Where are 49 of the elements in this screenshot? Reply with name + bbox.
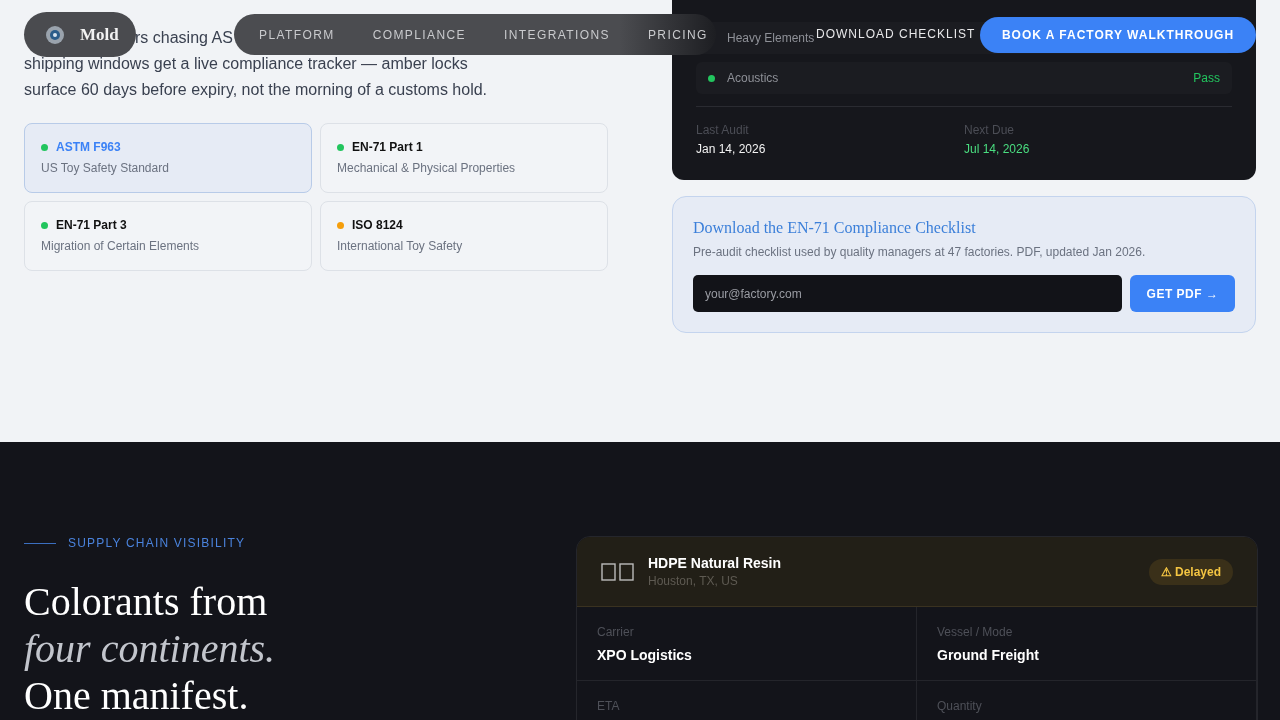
- standard-code: EN-71 Part 3: [56, 218, 127, 232]
- field-label: Vessel / Mode: [937, 625, 1014, 639]
- nav-link[interactable]: INTEGRATIONS: [504, 27, 610, 42]
- intro-text: shipping windows get a live compliance tracker — amber locks: [24, 54, 468, 74]
- standard-description: US Toy Safety Standard: [41, 161, 170, 175]
- checklist-description: Pre-audit checklist used by quality managers at 47 factories. PDF, updated Jan 2026.: [693, 245, 1147, 259]
- material-name: HDPE Natural Resin: [648, 555, 782, 571]
- standard-code: ASTM F963: [56, 140, 121, 154]
- check-name: Acoustics: [727, 71, 779, 85]
- intro-text: rs chasing AS: [135, 28, 233, 48]
- status-badge: ⚠ Delayed: [1148, 558, 1233, 585]
- nav-link[interactable]: COMPLIANCE: [372, 27, 466, 42]
- material-origin: Houston, TX, US: [648, 574, 739, 588]
- field-label: Carrier: [597, 625, 635, 639]
- standard-description: Mechanical & Physical Properties: [337, 161, 517, 175]
- nav-link[interactable]: PLATFORM: [259, 27, 335, 42]
- check-name: Heavy Elements: [727, 31, 815, 45]
- check-status: Pass: [1193, 71, 1220, 85]
- standard-description: International Toy Safety: [337, 239, 464, 253]
- standard-card[interactable]: ISO 8124 International Toy Safety: [320, 201, 608, 271]
- field-label: ETA: [597, 699, 621, 713]
- next-due-label: Next Due: [964, 123, 1016, 137]
- headline-text: Colorants from: [24, 578, 268, 625]
- standard-card[interactable]: EN-71 Part 1 Mechanical & Physical Properties: [320, 123, 608, 193]
- email-field[interactable]: your@factory.com: [693, 275, 1122, 312]
- standard-code: ISO 8124: [352, 218, 403, 232]
- standard-description: Migration of Certain Elements: [41, 239, 201, 253]
- next-due-date: Jul 14, 2026: [964, 142, 1031, 156]
- intro-text: surface 60 days before expiry, not the morning of a customs hold.: [24, 80, 488, 100]
- logo-text: Mold: [80, 24, 119, 45]
- standard-card[interactable]: ASTM F963 US Toy Safety Standard: [24, 123, 312, 193]
- get-pdf-button[interactable]: GET PDF →: [1130, 275, 1235, 312]
- logo-icon: [44, 23, 66, 46]
- nav-link[interactable]: PRICING: [647, 27, 708, 42]
- logo-pill[interactable]: Mold: [24, 12, 136, 57]
- last-audit-label: Last Audit: [696, 123, 750, 137]
- standard-code: EN-71 Part 1: [352, 140, 423, 154]
- last-audit-date: Jan 14, 2026: [696, 142, 767, 156]
- book-walkthrough-button[interactable]: BOOK A FACTORY WALKTHROUGH: [980, 17, 1256, 53]
- section-eyebrow: SUPPLY CHAIN VISIBILITY: [68, 536, 246, 550]
- standard-card[interactable]: EN-71 Part 3 Migration of Certain Elements: [24, 201, 312, 271]
- field-label: Quantity: [937, 699, 983, 713]
- field-value: XPO Logistics: [597, 647, 693, 663]
- headline-text: One manifest.: [24, 672, 249, 719]
- checklist-title: Download the EN-71 Compliance Checklist: [693, 219, 977, 237]
- headline-text: four continents.: [24, 625, 276, 672]
- download-checklist-link[interactable]: DOWNLOAD CHECKLIST: [816, 27, 976, 41]
- field-value: Ground Freight: [937, 647, 1040, 663]
- boxes-icon: [601, 562, 635, 581]
